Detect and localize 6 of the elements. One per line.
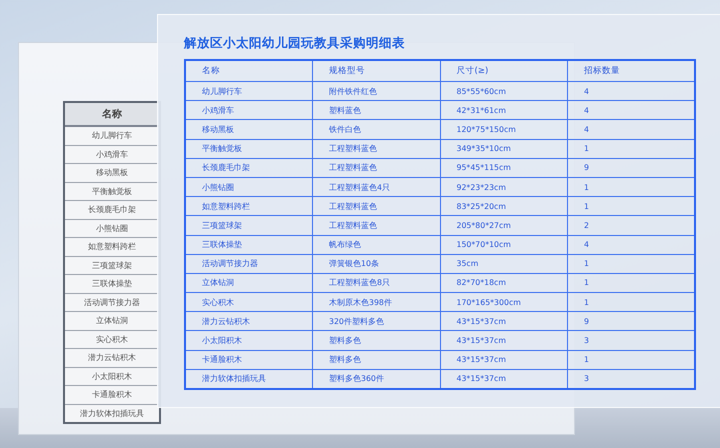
column-header: 名称 [185, 60, 312, 82]
table-title: 解放区小太阳幼儿园玩教具采购明细表 [184, 35, 406, 52]
table-cell-text: 潜力软体扣插玩具 [79, 408, 145, 420]
column-header: 名称 [65, 103, 159, 127]
column-header: 尺寸(≥) [440, 60, 568, 82]
column-header: 规格型号 [312, 60, 440, 82]
